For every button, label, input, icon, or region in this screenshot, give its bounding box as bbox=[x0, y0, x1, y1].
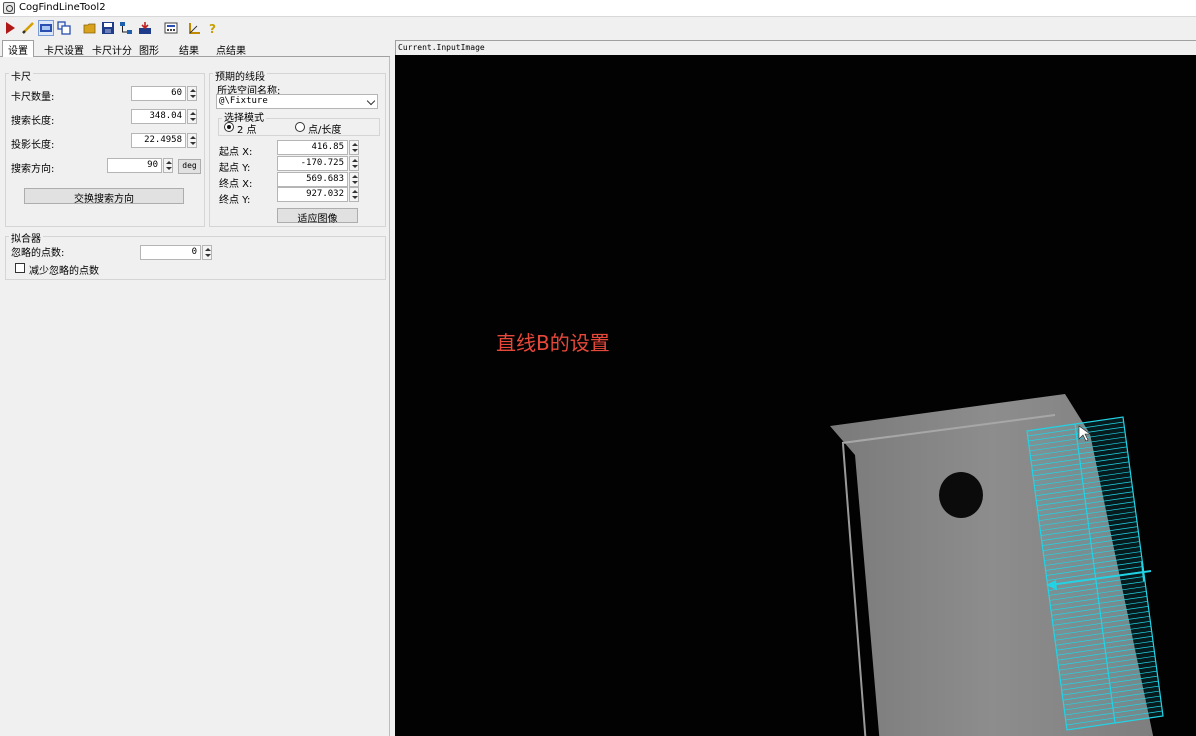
title-bar: CogFindLineTool2 bbox=[0, 0, 1196, 17]
start-y-spinner[interactable] bbox=[349, 156, 359, 171]
caliper-count-input[interactable]: 60 bbox=[131, 86, 186, 101]
image-display[interactable] bbox=[395, 55, 1196, 736]
start-y-label: 起点 Y: bbox=[219, 163, 251, 174]
settings-panel: 卡尺 卡尺数量: 60 搜索长度: 348.04 投影长度: 22.4958 搜… bbox=[0, 57, 390, 736]
search-length-spinner[interactable] bbox=[187, 109, 197, 124]
display-caption: Current.InputImage bbox=[398, 43, 485, 52]
fitter-group-title: 拟合器 bbox=[9, 230, 43, 245]
end-x-label: 终点 X: bbox=[219, 179, 253, 190]
end-x-input[interactable]: 569.683 bbox=[277, 172, 348, 187]
search-length-label: 搜索长度: bbox=[11, 116, 55, 127]
tab-strip: 设置 卡尺设置 卡尺计分 图形 结果 点结果 bbox=[0, 40, 390, 58]
start-x-label: 起点 X: bbox=[219, 147, 253, 158]
projection-length-spinner[interactable] bbox=[187, 133, 197, 148]
point-length-radio[interactable] bbox=[295, 122, 305, 132]
search-direction-spinner[interactable] bbox=[163, 158, 173, 173]
tab-graphics[interactable]: 图形 bbox=[134, 41, 164, 57]
end-y-input[interactable]: 927.032 bbox=[277, 187, 348, 202]
space-name-select[interactable]: @\Fixture bbox=[216, 94, 378, 109]
ignore-points-input[interactable]: 0 bbox=[140, 245, 201, 260]
open-folder-icon[interactable] bbox=[82, 20, 98, 36]
window-title: CogFindLineTool2 bbox=[19, 2, 106, 13]
image-canvas bbox=[830, 394, 1164, 736]
search-length-input[interactable]: 348.04 bbox=[131, 109, 186, 124]
image-display-icon[interactable] bbox=[38, 20, 54, 36]
reduce-ignored-checkbox[interactable] bbox=[15, 263, 25, 273]
start-y-input[interactable]: -170.725 bbox=[277, 156, 348, 171]
tab-caliper-settings[interactable]: 卡尺设置 bbox=[39, 41, 89, 57]
tab-results[interactable]: 结果 bbox=[174, 41, 204, 57]
projection-length-label: 投影长度: bbox=[11, 140, 55, 151]
start-x-spinner[interactable] bbox=[349, 140, 359, 155]
plate-hole bbox=[939, 472, 983, 518]
ignore-points-label: 忽略的点数: bbox=[11, 248, 65, 259]
expected-segment-title: 预期的线段 bbox=[213, 68, 267, 83]
ignore-points-spinner[interactable] bbox=[202, 245, 212, 260]
two-point-radio[interactable] bbox=[224, 122, 234, 132]
end-y-label: 终点 Y: bbox=[219, 195, 251, 206]
space-name-value: @\Fixture bbox=[219, 96, 268, 106]
search-direction-label: 搜索方向: bbox=[11, 164, 55, 175]
search-direction-input[interactable]: 90 bbox=[107, 158, 162, 173]
tab-point-results[interactable]: 点结果 bbox=[211, 41, 251, 57]
caliper-count-spinner[interactable] bbox=[187, 86, 197, 101]
copy-icon[interactable] bbox=[56, 20, 72, 36]
caliper-group-title: 卡尺 bbox=[9, 68, 33, 83]
calculator-icon[interactable] bbox=[163, 20, 179, 36]
fit-image-button[interactable]: 适应图像 bbox=[277, 208, 358, 225]
help-icon[interactable]: ? bbox=[205, 20, 221, 36]
reduce-ignored-label: 减少忽略的点数 bbox=[29, 266, 99, 277]
end-x-spinner[interactable] bbox=[349, 172, 359, 187]
deg-button[interactable]: deg bbox=[178, 159, 201, 174]
end-y-spinner[interactable] bbox=[349, 187, 359, 202]
tab-settings[interactable]: 设置 bbox=[2, 40, 34, 58]
app-icon bbox=[3, 2, 15, 14]
pencil-icon[interactable] bbox=[20, 20, 36, 36]
chevron-down-icon bbox=[366, 96, 376, 106]
save-icon[interactable] bbox=[100, 20, 116, 36]
ruler-icon[interactable] bbox=[187, 20, 203, 36]
two-point-label: 2 点 bbox=[237, 125, 257, 136]
annotation-text: 直线B的设置 bbox=[496, 331, 610, 355]
tab-caliper-scoring[interactable]: 卡尺计分 bbox=[87, 41, 137, 57]
point-length-label: 点/长度 bbox=[308, 125, 342, 136]
svg-text:?: ? bbox=[209, 22, 216, 35]
network-icon[interactable] bbox=[118, 20, 134, 36]
projection-length-input[interactable]: 22.4958 bbox=[131, 133, 186, 148]
caliper-count-label: 卡尺数量: bbox=[11, 92, 55, 103]
swap-search-direction-button[interactable]: 交换搜索方向 bbox=[24, 188, 184, 205]
start-x-input[interactable]: 416.85 bbox=[277, 140, 348, 155]
run-icon[interactable] bbox=[2, 20, 18, 36]
toolbar: ? bbox=[0, 17, 1196, 39]
display-header: Current.InputImage bbox=[395, 40, 1196, 55]
load-image-icon[interactable] bbox=[137, 20, 153, 36]
